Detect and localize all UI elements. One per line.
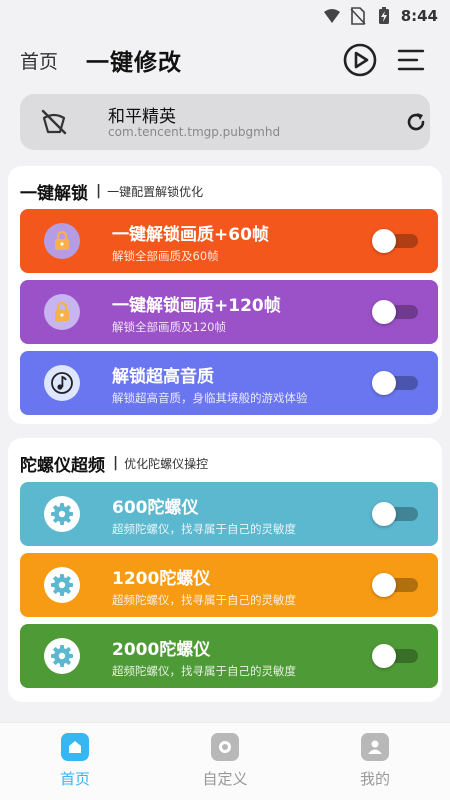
unlock-120fps-toggle[interactable] bbox=[372, 300, 418, 324]
toggle-knob bbox=[372, 502, 396, 526]
profile-icon bbox=[361, 733, 389, 761]
section-subtitle: 优化陀螺仪操控 bbox=[124, 456, 209, 471]
gear-icon bbox=[44, 638, 80, 674]
home-nav-link[interactable]: 首页 bbox=[20, 47, 58, 74]
gear-icon bbox=[44, 496, 80, 532]
app-icon bbox=[40, 108, 68, 136]
section-divider: | bbox=[113, 455, 119, 471]
play-icon bbox=[343, 43, 377, 77]
toggle-knob bbox=[372, 371, 396, 395]
item-title: 一键解锁画质+120帧 bbox=[112, 296, 281, 316]
item-description: 解锁全部画质及60帧 bbox=[112, 249, 219, 263]
item-title: 2000陀螺仪 bbox=[112, 640, 211, 660]
item-description: 解锁全部画质及120帧 bbox=[112, 320, 226, 334]
app-name: 和平精英 bbox=[108, 107, 176, 127]
status-time: 8:44 bbox=[400, 7, 438, 25]
toggle-knob bbox=[372, 229, 396, 253]
item-description: 超频陀螺仪，找寻属于自己的灵敏度 bbox=[112, 593, 296, 607]
toggle-knob bbox=[372, 644, 396, 668]
item-description: 解锁超高音质，身临其境般的游戏体验 bbox=[112, 391, 308, 405]
gyro-2000-item[interactable]: 2000陀螺仪 超频陀螺仪，找寻属于自己的灵敏度 bbox=[20, 624, 438, 688]
home-icon bbox=[61, 733, 89, 761]
refresh-icon bbox=[407, 113, 425, 131]
section-title: 一键解锁 bbox=[20, 183, 88, 204]
section-divider: | bbox=[96, 183, 102, 199]
page-title: 一键修改 bbox=[86, 50, 182, 76]
menu-icon bbox=[397, 49, 425, 71]
hq-audio-toggle[interactable] bbox=[372, 371, 418, 395]
bottom-nav: 首页 自定义 我的 bbox=[0, 722, 450, 800]
unlock-hq-audio-item[interactable]: 解锁超高音质 解锁超高音质，身临其境般的游戏体验 bbox=[20, 351, 438, 415]
section-title: 陀螺仪超频 bbox=[20, 455, 105, 476]
unlock-section: 一键解锁 | 一键配置解锁优化 一键解锁画质+60帧 解锁全部画质及60帧 一键… bbox=[8, 166, 442, 424]
menu-button[interactable] bbox=[395, 44, 427, 76]
unlock-60fps-toggle[interactable] bbox=[372, 229, 418, 253]
gyro-1200-toggle[interactable] bbox=[372, 573, 418, 597]
section-header: 陀螺仪超频 | 优化陀螺仪操控 bbox=[20, 450, 208, 476]
custom-icon bbox=[211, 733, 239, 761]
top-bar: 首页 一键修改 bbox=[0, 36, 450, 84]
tab-label: 自定义 bbox=[202, 770, 248, 788]
lock-icon bbox=[44, 294, 80, 330]
status-bar: 8:44 bbox=[0, 0, 450, 32]
section-header: 一键解锁 | 一键配置解锁优化 bbox=[20, 178, 203, 204]
refresh-button[interactable] bbox=[404, 110, 428, 134]
tab-custom[interactable]: 自定义 bbox=[175, 733, 275, 793]
music-note-icon bbox=[44, 365, 80, 401]
lock-icon bbox=[44, 223, 80, 259]
item-description: 超频陀螺仪，找寻属于自己的灵敏度 bbox=[112, 664, 296, 678]
gyro-section: 陀螺仪超频 | 优化陀螺仪操控 600陀螺仪 超频陀螺仪，找寻属于自己的灵敏度 … bbox=[8, 438, 442, 702]
no-sim-icon bbox=[349, 7, 367, 25]
tab-profile[interactable]: 我的 bbox=[325, 733, 425, 793]
gyro-600-toggle[interactable] bbox=[372, 502, 418, 526]
item-title: 解锁超高音质 bbox=[112, 367, 214, 387]
gyro-1200-item[interactable]: 1200陀螺仪 超频陀螺仪，找寻属于自己的灵敏度 bbox=[20, 553, 438, 617]
unlock-60fps-item[interactable]: 一键解锁画质+60帧 解锁全部画质及60帧 bbox=[20, 209, 438, 273]
unlock-120fps-item[interactable]: 一键解锁画质+120帧 解锁全部画质及120帧 bbox=[20, 280, 438, 344]
gear-icon bbox=[44, 567, 80, 603]
item-title: 1200陀螺仪 bbox=[112, 569, 211, 589]
battery-charging-icon bbox=[375, 7, 393, 25]
gyro-600-item[interactable]: 600陀螺仪 超频陀螺仪，找寻属于自己的灵敏度 bbox=[20, 482, 438, 546]
tab-home[interactable]: 首页 bbox=[25, 733, 125, 793]
item-description: 超频陀螺仪，找寻属于自己的灵敏度 bbox=[112, 522, 296, 536]
gyro-2000-toggle[interactable] bbox=[372, 644, 418, 668]
tab-label: 我的 bbox=[359, 770, 390, 788]
play-button[interactable] bbox=[342, 42, 378, 78]
app-package: com.tencent.tmgp.pubgmhd bbox=[108, 125, 281, 139]
toggle-knob bbox=[372, 300, 396, 324]
toggle-knob bbox=[372, 573, 396, 597]
wifi-icon bbox=[323, 7, 341, 25]
item-title: 600陀螺仪 bbox=[112, 498, 199, 518]
target-app-card[interactable]: 和平精英 com.tencent.tmgp.pubgmhd bbox=[20, 94, 430, 150]
tab-label: 首页 bbox=[59, 770, 90, 788]
section-subtitle: 一键配置解锁优化 bbox=[107, 184, 204, 199]
item-title: 一键解锁画质+60帧 bbox=[112, 225, 269, 245]
